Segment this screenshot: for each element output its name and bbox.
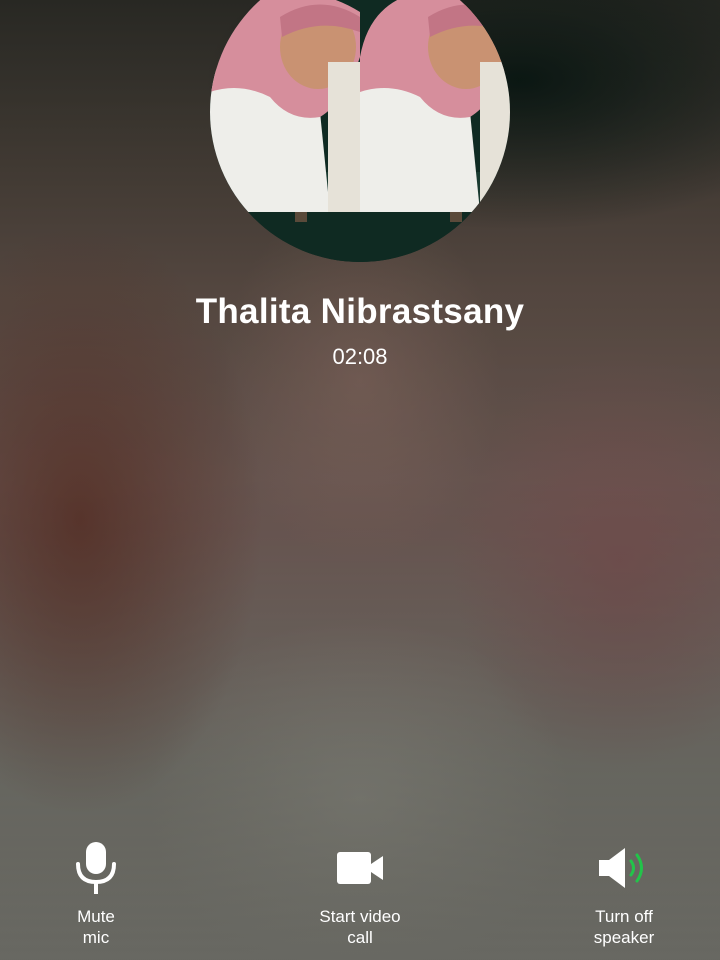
speaker-on-icon [599,848,643,888]
mute-mic-button[interactable]: Mute mic [16,838,176,948]
turn-off-speaker-button[interactable]: Turn off speaker [544,838,704,948]
turn-off-speaker-label: Turn off speaker [593,907,655,947]
contact-name: Thalita Nibrastsany [195,292,525,331]
video-camera-icon [337,852,383,884]
microphone-icon [76,842,116,894]
start-video-call-label: Start video call [319,907,401,947]
start-video-call-button[interactable]: Start video call [280,838,440,948]
audio-waveform-icon [294,426,410,472]
mute-mic-label: Mute mic [77,907,115,947]
call-timer: 02:08 [332,344,388,369]
